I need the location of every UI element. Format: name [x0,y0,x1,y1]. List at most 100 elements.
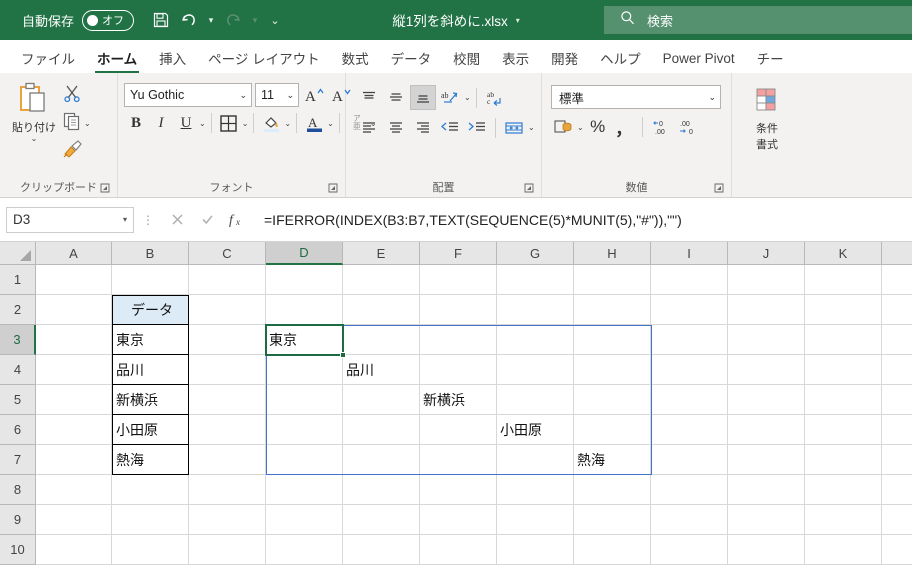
format-painter-icon[interactable] [62,139,84,164]
column-header-g[interactable]: G [497,242,574,264]
tab-view[interactable]: 表示 [491,43,540,73]
alignment-dialog-launcher[interactable] [523,183,535,195]
cell-C7[interactable] [189,445,266,475]
column-header-k[interactable]: K [805,242,882,264]
font-size-caret[interactable]: ⌄ [286,90,298,101]
cell-E2[interactable] [343,295,420,325]
cell-H3[interactable] [574,325,651,355]
row-header-5[interactable]: 5 [0,385,36,415]
cell-E9[interactable] [343,505,420,535]
align-center-icon[interactable] [383,115,409,140]
tab-help[interactable]: ヘルプ [589,43,652,73]
cell-H10[interactable] [574,535,651,565]
scissors-icon[interactable] [62,83,82,108]
tab-insert[interactable]: 挿入 [148,43,197,73]
cell-K10[interactable] [805,535,882,565]
align-bottom-icon[interactable] [410,85,436,110]
cell-J1[interactable] [728,265,805,295]
cell-D4[interactable] [266,355,343,385]
cell-C10[interactable] [189,535,266,565]
cell-L9[interactable] [882,505,912,535]
accounting-dropdown-caret[interactable]: ⌄ [577,123,584,132]
cell-I9[interactable] [651,505,728,535]
cell-H4[interactable] [574,355,651,385]
cell-G6[interactable]: 小田原 [497,415,574,445]
cell-E7[interactable] [343,445,420,475]
cell-B5[interactable]: 新横浜 [112,385,189,415]
cell-C5[interactable] [189,385,266,415]
cell-C9[interactable] [189,505,266,535]
column-header-h[interactable]: H [574,242,651,264]
cell-C2[interactable] [189,295,266,325]
cell-G5[interactable] [497,385,574,415]
cell-L5[interactable] [882,385,912,415]
cell-B2[interactable]: データ [112,295,189,325]
customize-quick-access-icon[interactable]: ⌄ [264,7,286,33]
copy-dropdown-caret[interactable]: ⌄ [84,119,91,128]
row-header-7[interactable]: 7 [0,445,36,475]
cell-H7[interactable]: 熱海 [574,445,651,475]
cell-B10[interactable] [112,535,189,565]
cell-D5[interactable] [266,385,343,415]
cell-B9[interactable] [112,505,189,535]
cell-A5[interactable] [36,385,112,415]
accounting-format-icon[interactable] [551,115,575,139]
cell-K6[interactable] [805,415,882,445]
number-dialog-launcher[interactable] [713,183,725,195]
cell-J3[interactable] [728,325,805,355]
formula-input[interactable]: =IFERROR(INDEX(B3:B7,TEXT(SEQUENCE(5)*MU… [258,207,906,233]
cell-K2[interactable] [805,295,882,325]
cell-L7[interactable] [882,445,912,475]
column-header-i[interactable]: I [651,242,728,264]
cell-I7[interactable] [651,445,728,475]
cell-H9[interactable] [574,505,651,535]
cell-A9[interactable] [36,505,112,535]
cell-F2[interactable] [420,295,497,325]
align-right-icon[interactable] [410,115,436,140]
cell-H5[interactable] [574,385,651,415]
cell-G8[interactable] [497,475,574,505]
cell-A3[interactable] [36,325,112,355]
row-header-8[interactable]: 8 [0,475,36,505]
cell-G1[interactable] [497,265,574,295]
font-dialog-launcher[interactable] [327,183,339,195]
column-header-b[interactable]: B [112,242,189,264]
cell-E6[interactable] [343,415,420,445]
underline-button[interactable]: U [174,111,198,135]
merge-dropdown-caret[interactable]: ⌄ [528,123,535,132]
cell-D7[interactable] [266,445,343,475]
row-header-2[interactable]: 2 [0,295,36,325]
borders-dropdown-caret[interactable]: ⌄ [242,119,249,128]
cell-F4[interactable] [420,355,497,385]
comma-style-button[interactable]: ， [612,115,636,139]
undo-dropdown-caret[interactable]: ▾ [204,7,218,33]
row-header-9[interactable]: 9 [0,505,36,535]
cell-I5[interactable] [651,385,728,415]
cell-C6[interactable] [189,415,266,445]
cell-C4[interactable] [189,355,266,385]
cell-D9[interactable] [266,505,343,535]
paste-button[interactable]: 貼り付け ⌄ [6,80,62,143]
tab-review[interactable]: 校閲 [442,43,491,73]
cell-C1[interactable] [189,265,266,295]
cell-J5[interactable] [728,385,805,415]
number-format-select[interactable]: 標準 ⌄ [551,85,721,109]
clipboard-dialog-launcher[interactable] [99,183,111,195]
tab-home[interactable]: ホーム [86,43,148,73]
cell-I2[interactable] [651,295,728,325]
cell-D10[interactable] [266,535,343,565]
cell-J8[interactable] [728,475,805,505]
autosave-toggle[interactable]: オフ [82,9,135,31]
cell-H8[interactable] [574,475,651,505]
tab-formulas[interactable]: 数式 [331,43,380,73]
row-header-1[interactable]: 1 [0,265,36,295]
select-all-corner[interactable] [0,242,36,264]
cell-K1[interactable] [805,265,882,295]
number-format-caret[interactable]: ⌄ [708,92,720,103]
cell-G4[interactable] [497,355,574,385]
cell-L3[interactable] [882,325,912,355]
align-top-icon[interactable] [356,85,382,110]
conditional-formatting-button[interactable]: 条件 書式 [738,87,796,152]
tab-power-pivot[interactable]: Power Pivot [652,43,746,73]
tab-data[interactable]: データ [380,43,443,73]
